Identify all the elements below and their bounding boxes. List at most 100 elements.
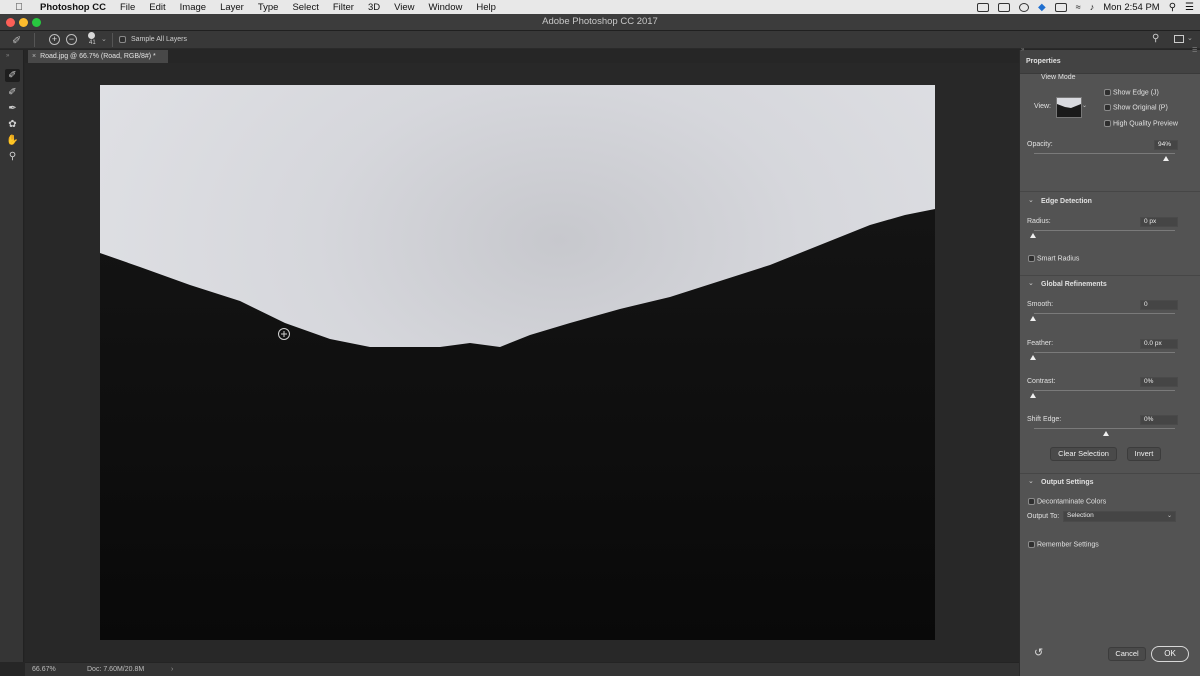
view-mode-chevron-icon[interactable]: ⌄ — [1082, 102, 1087, 109]
dropbox-icon[interactable]: ◆ — [1038, 2, 1046, 13]
shift-edge-slider-thumb[interactable] — [1103, 431, 1109, 436]
volume-icon[interactable]: ♪ — [1090, 2, 1095, 12]
radius-field[interactable]: 0 px — [1140, 217, 1178, 227]
feather-slider-track[interactable] — [1034, 352, 1175, 353]
brush-tip-icon[interactable] — [88, 32, 95, 39]
panel-menu-icon[interactable]: ☰ — [1192, 47, 1197, 54]
workspace-switcher-icon[interactable] — [1174, 35, 1184, 43]
radius-slider-track[interactable] — [1034, 230, 1175, 231]
add-to-selection-icon[interactable]: + — [49, 34, 60, 45]
panel-collapse-icon[interactable]: » — [1021, 47, 1024, 53]
window-title: Adobe Photoshop CC 2017 — [542, 16, 658, 27]
smart-radius-checkbox[interactable] — [1028, 255, 1035, 262]
hand-tool-icon[interactable]: ✋ — [5, 134, 20, 147]
edge-detection-collapse-icon[interactable]: ⌄ — [1028, 196, 1034, 204]
contrast-field[interactable]: 0% — [1140, 377, 1178, 387]
global-refinements-header[interactable]: Global Refinements — [1041, 281, 1107, 288]
sample-all-layers-option[interactable]: Sample All Layers — [119, 36, 187, 43]
brush-picker-chevron-icon[interactable]: ⌄ — [101, 35, 107, 43]
notification-center-icon[interactable]: ☰ — [1185, 2, 1194, 13]
output-to-select[interactable]: Selection ⌄ — [1063, 511, 1176, 522]
spotlight-search-icon[interactable]: ⚲ — [1169, 2, 1176, 13]
menu-image[interactable]: Image — [180, 2, 206, 13]
high-quality-checkbox[interactable] — [1104, 120, 1111, 127]
smooth-slider-thumb[interactable] — [1030, 316, 1036, 321]
ok-button[interactable]: OK — [1151, 646, 1189, 662]
opacity-label: Opacity: — [1027, 141, 1053, 148]
subtract-from-selection-icon[interactable]: − — [66, 34, 77, 45]
feather-slider-thumb[interactable] — [1030, 355, 1036, 360]
document-tab[interactable]: × Road.jpg @ 66.7% (Road, RGB/8#) * — [28, 50, 168, 63]
apple-menu-icon[interactable]:  — [12, 2, 26, 13]
quick-selection-tool-icon[interactable]: ✐ — [5, 69, 20, 82]
opacity-field[interactable]: 94% — [1154, 140, 1178, 150]
contrast-slider-thumb[interactable] — [1030, 393, 1036, 398]
zoom-level[interactable]: 66.67% — [32, 664, 56, 676]
menu-help[interactable]: Help — [476, 2, 496, 13]
contrast-slider-track[interactable] — [1034, 390, 1175, 391]
status-bar: 66.67% Doc: 7.60M/20.8M › — [25, 662, 1019, 676]
output-settings-header[interactable]: Output Settings — [1041, 479, 1094, 486]
opacity-slider-track[interactable] — [1034, 153, 1175, 154]
menu-app-name[interactable]: Photoshop CC — [40, 2, 106, 13]
close-document-icon[interactable]: × — [32, 53, 36, 60]
smart-radius-option[interactable]: Smart Radius — [1028, 255, 1079, 262]
menubar-clock[interactable]: Mon 2:54 PM — [1103, 2, 1160, 13]
remember-settings-option[interactable]: Remember Settings — [1028, 541, 1099, 548]
cancel-button[interactable]: Cancel — [1108, 647, 1146, 661]
refine-brush-tool-preset-icon[interactable]: ✐ — [12, 34, 21, 47]
options-divider — [34, 33, 35, 47]
reset-icon[interactable]: ↺ — [1034, 646, 1043, 659]
menu-select[interactable]: Select — [292, 2, 318, 13]
smooth-slider-track[interactable] — [1034, 313, 1175, 314]
menu-file[interactable]: File — [120, 2, 135, 13]
shift-edge-field[interactable]: 0% — [1140, 415, 1178, 425]
vpn-icon[interactable] — [1019, 2, 1030, 12]
menu-edit[interactable]: Edit — [149, 2, 165, 13]
brush-size-value: 41 — [89, 40, 96, 46]
tools-panel: » ✐ ✐ ✒ ✿ ✋ ⚲ — [0, 50, 24, 662]
show-edge-option[interactable]: Show Edge (J) — [1104, 89, 1159, 96]
feather-field[interactable]: 0.0 px — [1140, 339, 1178, 349]
opacity-slider-thumb[interactable] — [1163, 156, 1170, 161]
sample-all-layers-checkbox[interactable] — [119, 36, 126, 43]
decontaminate-checkbox[interactable] — [1028, 498, 1035, 505]
workspace-chevron-icon[interactable]: ⌄ — [1187, 34, 1193, 42]
airplay-icon[interactable] — [1054, 2, 1067, 12]
menu-type[interactable]: Type — [258, 2, 279, 13]
menu-3d[interactable]: 3D — [368, 2, 380, 13]
menu-view[interactable]: View — [394, 2, 414, 13]
edge-detection-header[interactable]: Edge Detection — [1041, 198, 1092, 205]
brush-tool-icon[interactable]: ✒ — [5, 102, 20, 115]
show-edge-checkbox[interactable] — [1104, 89, 1111, 96]
screen-record-icon[interactable] — [998, 2, 1011, 12]
menu-filter[interactable]: Filter — [333, 2, 354, 13]
road-photo[interactable] — [100, 85, 935, 640]
view-label: View: — [1034, 103, 1051, 110]
show-original-option[interactable]: Show Original (P) — [1104, 104, 1168, 111]
view-mode-dropdown[interactable] — [1056, 97, 1082, 118]
wifi-icon[interactable]: ≈ — [1076, 2, 1081, 12]
invert-button[interactable]: Invert — [1127, 447, 1161, 461]
lasso-tool-icon[interactable]: ✿ — [5, 118, 20, 131]
clear-selection-button[interactable]: Clear Selection — [1050, 447, 1117, 461]
smooth-field[interactable]: 0 — [1140, 300, 1178, 310]
show-original-checkbox[interactable] — [1104, 104, 1111, 111]
menu-window[interactable]: Window — [429, 2, 463, 13]
zoom-tool-icon[interactable]: ⚲ — [5, 150, 20, 163]
output-to-chevron-icon: ⌄ — [1166, 513, 1172, 519]
decontaminate-option[interactable]: Decontaminate Colors — [1028, 498, 1106, 505]
menu-layer[interactable]: Layer — [220, 2, 244, 13]
shift-edge-slider-track[interactable] — [1034, 428, 1175, 429]
global-refinements-collapse-icon[interactable]: ⌄ — [1028, 279, 1034, 287]
search-icon[interactable]: ⚲ — [1152, 33, 1159, 44]
panel-collapse-icon[interactable]: » — [6, 53, 9, 59]
output-settings-collapse-icon[interactable]: ⌄ — [1028, 477, 1034, 485]
high-quality-option[interactable]: High Quality Preview — [1104, 120, 1178, 127]
refine-edge-brush-tool-icon[interactable]: ✐ — [5, 86, 20, 99]
remember-settings-checkbox[interactable] — [1028, 541, 1035, 548]
status-menu-arrow-icon[interactable]: › — [171, 664, 173, 676]
display-icon[interactable] — [977, 2, 990, 12]
radius-label: Radius: — [1027, 218, 1051, 225]
radius-slider-thumb[interactable] — [1030, 233, 1036, 238]
